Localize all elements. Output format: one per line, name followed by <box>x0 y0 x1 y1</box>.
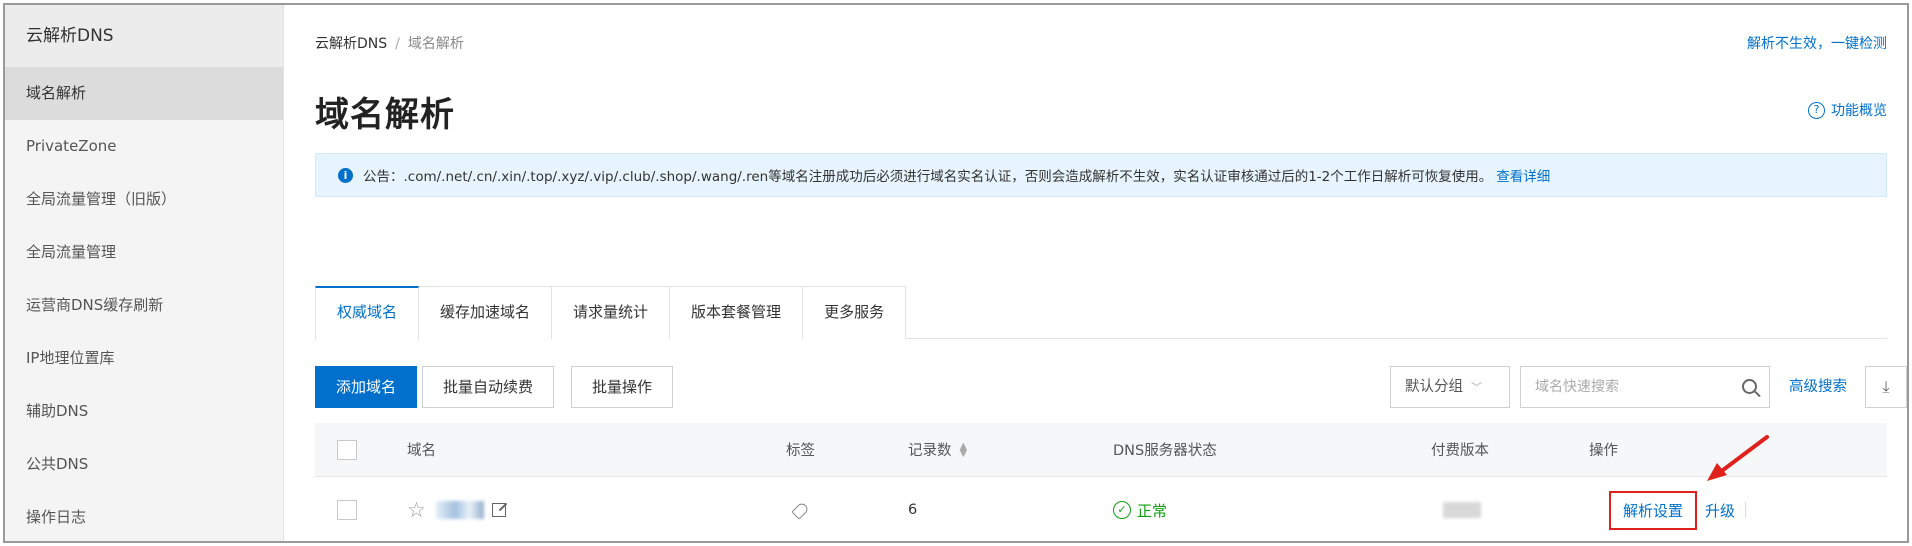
group-select[interactable]: 默认分组 ﹀ <box>1390 366 1510 408</box>
sort-icon[interactable]: ▲ ▼ <box>960 441 968 458</box>
star-icon[interactable]: ☆ <box>407 498 426 522</box>
breadcrumb-separator: / <box>395 36 400 52</box>
sidebar-item-gtm[interactable]: 全局流量管理 <box>5 226 283 279</box>
table-row: ☆ 6 ✓ 正常 解析设置 升级 <box>315 477 1887 541</box>
row-checkbox[interactable] <box>337 477 357 541</box>
question-icon: ? <box>1808 101 1825 119</box>
col-tag: 标签 <box>786 443 815 459</box>
add-domain-button[interactable]: 添加域名 <box>315 366 418 408</box>
tag-icon <box>791 500 810 520</box>
chevron-down-icon: ﹀ <box>1471 381 1482 394</box>
action-divider <box>1745 502 1747 518</box>
records-count: 6 <box>908 502 918 518</box>
sidebar-item-public-dns[interactable]: 公共DNS <box>5 438 283 491</box>
edit-icon[interactable] <box>491 503 506 517</box>
tab-request-stats[interactable]: 请求量统计 <box>551 286 671 339</box>
sidebar-item-secondary-dns[interactable]: 辅助DNS <box>5 385 283 438</box>
version-redacted <box>1443 502 1481 518</box>
domain-name-redacted[interactable] <box>435 501 484 519</box>
tab-package-management[interactable]: 版本套餐管理 <box>669 286 804 339</box>
page-title: 域名解析 <box>315 95 455 135</box>
notice-banner: i 公告：.com/.net/.cn/.xin/.top/.xyz/.vip/.… <box>315 153 1887 197</box>
sidebar: 云解析DNS 域名解析 PrivateZone 全局流量管理（旧版） 全局流量管… <box>5 5 284 541</box>
sidebar-item-ip-geo[interactable]: IP地理位置库 <box>5 332 283 385</box>
tab-authoritative-domains[interactable]: 权威域名 <box>315 286 420 340</box>
info-icon: i <box>338 167 353 183</box>
search-placeholder: 域名快速搜索 <box>1535 379 1619 395</box>
col-domain: 域名 <box>407 443 436 459</box>
notice-details-link[interactable]: 查看详细 <box>1496 165 1550 185</box>
breadcrumb-root[interactable]: 云解析DNS <box>315 36 387 52</box>
tab-more-services[interactable]: 更多服务 <box>802 286 907 339</box>
tab-bar: 权威域名 缓存加速域名 请求量统计 版本套餐管理 更多服务 <box>315 286 1887 340</box>
dns-status-cell: ✓ 正常 <box>1113 477 1168 541</box>
feature-overview-label: 功能概览 <box>1831 103 1887 119</box>
sidebar-title: 云解析DNS <box>5 5 283 67</box>
actions-cell: 解析设置 升级 <box>1609 477 1747 541</box>
col-version: 付费版本 <box>1431 443 1489 459</box>
search-input[interactable]: 域名快速搜索 <box>1520 366 1770 408</box>
tab-cache-acceleration[interactable]: 缓存加速域名 <box>418 286 553 339</box>
check-circle-icon: ✓ <box>1113 501 1131 519</box>
dns-status-text: 正常 <box>1137 501 1168 520</box>
sidebar-item-gtm-legacy[interactable]: 全局流量管理（旧版） <box>5 173 283 226</box>
group-select-value: 默认分组 <box>1405 379 1463 395</box>
col-records-label: 记录数 <box>908 443 952 459</box>
sidebar-item-operation-log[interactable]: 操作日志 <box>5 491 283 541</box>
col-records[interactable]: 记录数 ▲ ▼ <box>908 423 967 476</box>
tag-cell[interactable] <box>791 477 810 541</box>
toolbar: 添加域名 批量自动续费 批量操作 默认分组 ﹀ 域名快速搜索 高级搜索 ⤓ <box>315 366 1907 408</box>
resolution-settings-link[interactable]: 解析设置 <box>1609 490 1698 530</box>
upgrade-link[interactable]: 升级 <box>1705 500 1735 521</box>
main-content: 云解析DNS / 域名解析 解析不生效，一键检测 域名解析 ? 功能概览 i 公告：… <box>285 5 1907 541</box>
sidebar-item-privatezone[interactable]: PrivateZone <box>5 120 283 173</box>
domain-cell: ☆ <box>407 477 506 541</box>
advanced-search-link[interactable]: 高级搜索 <box>1789 366 1847 408</box>
batch-auto-renew-button[interactable]: 批量自动续费 <box>422 366 555 408</box>
col-dns-status: DNS服务器状态 <box>1113 443 1217 459</box>
one-click-check-link[interactable]: 解析不生效，一键检测 <box>1747 33 1887 53</box>
download-icon[interactable]: ⤓ <box>1865 366 1907 408</box>
sidebar-item-domain-resolution[interactable]: 域名解析 <box>5 67 283 120</box>
feature-overview-link[interactable]: ? 功能概览 <box>1808 100 1887 120</box>
notice-text: 公告：.com/.net/.cn/.xin/.top/.xyz/.vip/.cl… <box>363 169 1493 185</box>
select-all-checkbox[interactable] <box>337 423 357 476</box>
col-actions: 操作 <box>1589 443 1618 459</box>
table-header: 域名 标签 记录数 ▲ ▼ DNS服务器状态 付费版本 操作 <box>315 423 1887 477</box>
breadcrumb: 云解析DNS / 域名解析 <box>315 33 464 53</box>
batch-operation-button[interactable]: 批量操作 <box>571 366 674 408</box>
breadcrumb-current: 域名解析 <box>407 36 464 52</box>
app-window: 云解析DNS 域名解析 PrivateZone 全局流量管理（旧版） 全局流量管… <box>3 3 1909 543</box>
version-cell <box>1443 477 1481 541</box>
sidebar-item-isp-cache-refresh[interactable]: 运营商DNS缓存刷新 <box>5 279 283 332</box>
search-icon[interactable] <box>1742 379 1757 394</box>
